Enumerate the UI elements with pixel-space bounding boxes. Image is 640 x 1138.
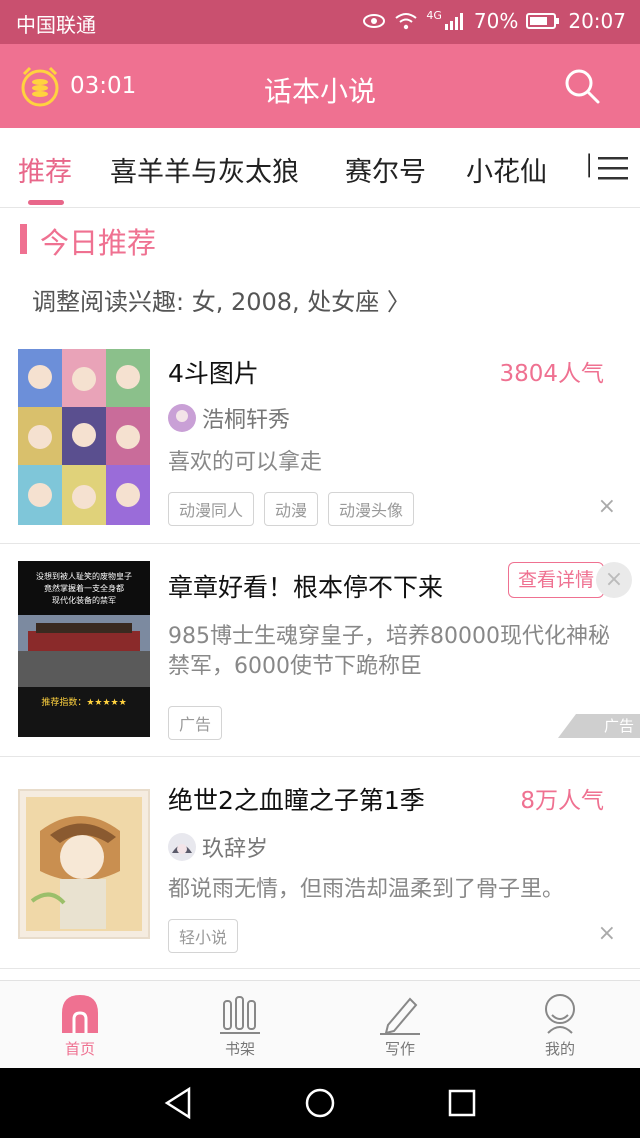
- author-row[interactable]: 浩桐轩秀: [168, 402, 290, 434]
- story-description: 喜欢的可以拿走: [168, 450, 323, 475]
- avatar: [168, 833, 196, 861]
- section-accent-bar: [20, 224, 27, 254]
- story-cover[interactable]: [18, 789, 150, 939]
- tag-list: 广告: [168, 706, 223, 740]
- story-card[interactable]: 4斗图片 3804人气 浩桐轩秀 喜欢的可以拿走 动漫同人 动漫 动漫头像 ×: [0, 334, 640, 544]
- system-navigation-bar: [0, 1068, 640, 1138]
- nav-bookshelf-label: 书架: [224, 1040, 255, 1058]
- category-tabs: 推荐 喜羊羊与灰太狼 赛尔号 小花仙 [: [0, 128, 640, 208]
- story-cover[interactable]: [18, 349, 150, 525]
- author-name: 浩桐轩秀: [202, 408, 291, 433]
- tab-xiaohuaxian[interactable]: 小花仙: [466, 150, 547, 189]
- nav-home-label: 首页: [64, 1040, 95, 1058]
- nav-me-label: 我的: [544, 1040, 575, 1058]
- bookshelf-icon: [220, 996, 260, 1034]
- ad-badge: 广告: [558, 714, 640, 738]
- tab-xiyangyang[interactable]: 喜羊羊与灰太狼: [110, 150, 299, 189]
- ad-headline-line2: 竟然掌握着一支全身都: [44, 584, 124, 593]
- app-title: 话本小说: [263, 75, 376, 108]
- tag[interactable]: 动漫头像: [328, 492, 415, 526]
- active-tab-indicator: [28, 200, 64, 205]
- story-title: 4斗图片: [168, 359, 259, 388]
- ad-card[interactable]: 没想到被人耻笑的废物皇子 竟然掌握着一支全身都 现代化装备的禁军 推荐指数：★★…: [0, 544, 640, 757]
- signal-icon: [444, 13, 463, 30]
- ad-headline-line1: 没想到被人耻笑的废物皇子: [36, 572, 132, 581]
- status-indicators: 4G 70% 20:07: [362, 9, 626, 33]
- ad-rating: 推荐指数：★★★★★: [41, 698, 127, 708]
- tag[interactable]: 动漫同人: [168, 492, 255, 526]
- nav-bookshelf[interactable]: 书架: [160, 981, 320, 1069]
- back-icon[interactable]: [163, 1086, 193, 1120]
- battery-icon: [526, 13, 560, 29]
- tag[interactable]: 轻小说: [168, 919, 239, 953]
- adjust-interest-link[interactable]: 调整阅读兴趣: 女, 2008, 处女座 〉: [32, 282, 411, 317]
- nav-write[interactable]: 写作: [320, 981, 480, 1069]
- nav-home[interactable]: 首页: [0, 981, 160, 1069]
- nav-write-label: 写作: [384, 1040, 415, 1058]
- pencil-icon: [380, 997, 420, 1035]
- tab-recommend[interactable]: 推荐: [18, 150, 72, 189]
- author-row[interactable]: 玖辞岁: [168, 831, 268, 863]
- popularity-count: 8万人气: [520, 788, 604, 814]
- tab-menu-button[interactable]: [590, 140, 640, 196]
- avatar: [168, 404, 196, 432]
- home-circle-icon[interactable]: [304, 1087, 336, 1119]
- menu-icon: [598, 157, 628, 180]
- app-header: 03:01 话本小说: [0, 44, 640, 128]
- close-icon[interactable]: ×: [598, 494, 616, 519]
- nav-me[interactable]: 我的: [480, 981, 640, 1069]
- search-icon[interactable]: [562, 66, 602, 106]
- view-details-button[interactable]: 查看详情: [508, 562, 604, 598]
- story-card[interactable]: 绝世2之血瞳之子第1季 8万人气 玖辞岁 都说雨无情，但雨浩却温柔到了骨子里。 …: [0, 757, 640, 969]
- status-bar: 中国联通 4G 70% 20:07: [0, 0, 640, 44]
- ad-tag: 广告: [168, 706, 223, 740]
- network-type: 4G: [426, 9, 442, 22]
- ad-title: 章章好看！根本停不下来: [168, 573, 444, 602]
- ad-close-button[interactable]: ×: [596, 562, 632, 598]
- author-name: 玖辞岁: [202, 837, 269, 862]
- story-title: 绝世2之血瞳之子第1季: [168, 786, 425, 815]
- story-description: 都说雨无情，但雨浩却温柔到了骨子里。: [168, 877, 565, 902]
- bottom-navigation: 首页 书架 写作 我的: [0, 980, 640, 1068]
- profile-icon: [545, 994, 575, 1034]
- tag-list: 轻小说: [168, 919, 239, 953]
- ad-description: 985博士生魂穿皇子，培养80000现代化神秘禁军，6000使节下跪称臣: [168, 624, 610, 679]
- wifi-icon: [395, 13, 417, 30]
- carrier-name: 中国联通: [16, 13, 96, 37]
- battery-percent: 70%: [473, 9, 519, 33]
- status-time: 20:07: [568, 9, 626, 33]
- tab-saierhao[interactable]: 赛尔号: [345, 150, 426, 189]
- home-icon: [62, 995, 98, 1033]
- recent-apps-icon[interactable]: [448, 1089, 476, 1117]
- ad-headline-line3: 现代化装备的禁军: [52, 596, 116, 605]
- tag-list: 动漫同人 动漫 动漫头像: [168, 492, 415, 526]
- ad-image[interactable]: 没想到被人耻笑的废物皇子 竟然掌握着一支全身都 现代化装备的禁军 推荐指数：★★…: [18, 561, 150, 737]
- tag[interactable]: 动漫: [264, 492, 319, 526]
- popularity-count: 3804人气: [499, 361, 604, 387]
- close-icon[interactable]: ×: [598, 921, 616, 946]
- eye-icon: [363, 14, 386, 28]
- section-title: 今日推荐: [40, 226, 157, 260]
